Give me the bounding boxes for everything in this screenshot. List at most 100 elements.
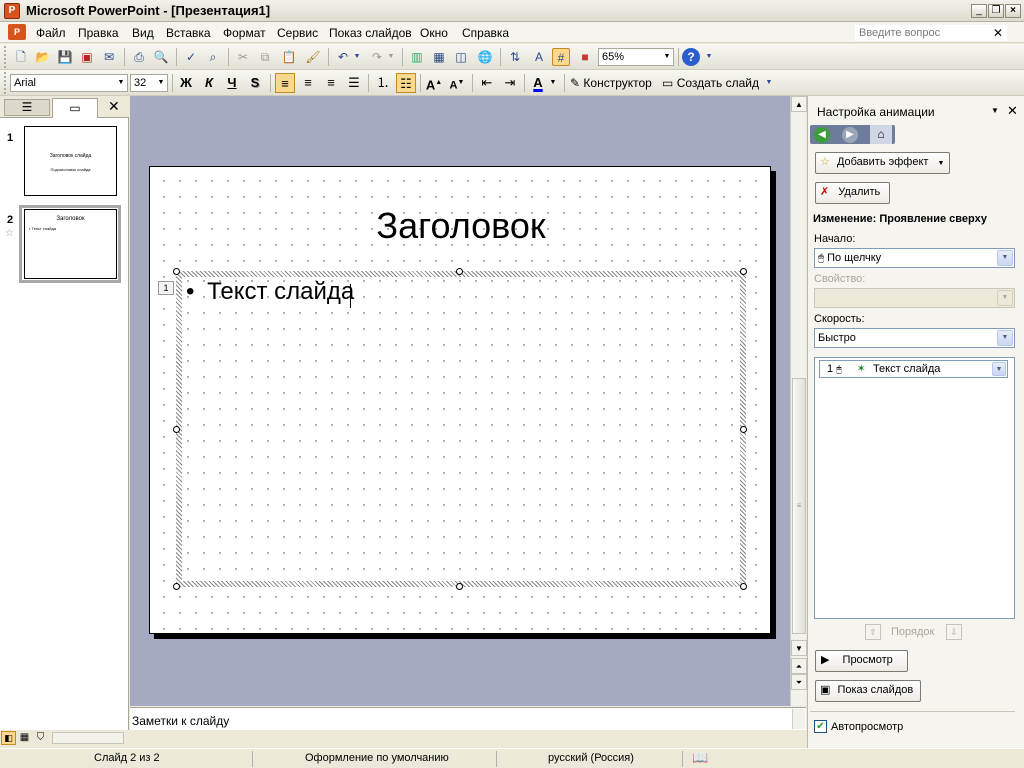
- grid-icon[interactable]: #: [552, 48, 570, 66]
- expand-icon[interactable]: ⇅: [506, 48, 524, 66]
- permission-icon[interactable]: ▣: [78, 48, 96, 66]
- scroll-thumb[interactable]: ≡: [792, 378, 806, 634]
- resize-handle[interactable]: [173, 268, 180, 275]
- shadow-button[interactable]: S: [245, 73, 265, 93]
- table-icon[interactable]: ▦: [430, 48, 448, 66]
- scroll-down-button[interactable]: ▼: [791, 640, 807, 656]
- normal-view-icon[interactable]: ◧: [1, 731, 16, 745]
- toolbar-grip[interactable]: [4, 46, 7, 68]
- animation-list[interactable]: [814, 357, 1015, 619]
- toolbar-options-icon[interactable]: ▼: [704, 48, 714, 66]
- horizontal-scrollbar[interactable]: [52, 732, 124, 744]
- scroll-up-button[interactable]: ▲: [791, 96, 807, 112]
- tab-slides[interactable]: ▭: [52, 98, 98, 118]
- vertical-scrollbar[interactable]: ▲ ≡ ▼ ⏶ ⏷: [790, 96, 807, 706]
- menu-tools[interactable]: Сервис: [277, 26, 318, 40]
- underline-button[interactable]: Ч: [222, 73, 242, 93]
- help-search-input[interactable]: Введите вопрос: [855, 25, 1007, 41]
- menu-view[interactable]: Вид: [132, 26, 154, 40]
- autopreview-checkbox[interactable]: ✔: [814, 720, 827, 733]
- bullets-button[interactable]: ☷: [396, 73, 416, 93]
- italic-button[interactable]: К: [199, 73, 219, 93]
- font-size-select[interactable]: 32 ▼: [130, 74, 168, 92]
- print-preview-icon[interactable]: 🔍: [152, 48, 170, 66]
- body-text-line[interactable]: • Текст слайда: [186, 278, 354, 306]
- resize-handle[interactable]: [740, 583, 747, 590]
- menu-edit[interactable]: Правка: [78, 26, 119, 40]
- hyperlink-icon[interactable]: 🌐: [476, 48, 494, 66]
- powerpoint-icon[interactable]: P: [4, 3, 20, 19]
- back-icon[interactable]: ◀: [814, 127, 830, 143]
- format-painter-icon[interactable]: 🖌: [304, 48, 322, 66]
- paste-icon[interactable]: 📋: [280, 48, 298, 66]
- speed-select[interactable]: Быстро ▼: [814, 328, 1015, 348]
- show-formatting-icon[interactable]: A: [530, 48, 548, 66]
- slide-thumbnail[interactable]: Заголовок слайда Подзаголовок слайда: [24, 126, 117, 196]
- add-effect-button[interactable]: ☆ Добавить эффект ▼: [815, 152, 950, 174]
- print-icon[interactable]: ⎙: [130, 48, 148, 66]
- slide-title[interactable]: Заголовок: [150, 205, 772, 247]
- increase-font-button[interactable]: A▲: [424, 73, 444, 93]
- resize-handle[interactable]: [456, 583, 463, 590]
- bold-button[interactable]: Ж: [176, 73, 196, 93]
- font-color-button[interactable]: A: [528, 73, 548, 93]
- notes-scrollbar[interactable]: [792, 709, 805, 729]
- new-slide-button[interactable]: ▭ Создать слайд: [662, 76, 759, 90]
- font-color-dropdown-icon[interactable]: ▼: [548, 73, 558, 93]
- resize-handle[interactable]: [456, 268, 463, 275]
- previous-slide-button[interactable]: ⏶: [791, 658, 807, 674]
- close-pane-icon[interactable]: ✕: [108, 98, 120, 115]
- redo-icon[interactable]: ↷: [368, 48, 386, 66]
- decrease-font-button[interactable]: A▼: [447, 73, 467, 93]
- start-select[interactable]: 🖱 По щелчку ▼: [814, 248, 1015, 268]
- task-pane-close-icon[interactable]: ✕: [1007, 103, 1018, 119]
- resize-handle[interactable]: [740, 426, 747, 433]
- justify-button[interactable]: ☰: [344, 73, 364, 93]
- spelling-status-icon[interactable]: 📖: [692, 750, 708, 766]
- tables-borders-icon[interactable]: ◫: [452, 48, 470, 66]
- close-document-icon[interactable]: ✕: [993, 26, 1003, 40]
- minimize-button[interactable]: _: [971, 4, 987, 18]
- slideshow-button[interactable]: ▣ Показ слайдов: [815, 680, 921, 702]
- slide-thumbnail-selected[interactable]: Заголовок • Текст слайда: [24, 209, 117, 279]
- forward-icon[interactable]: ▶: [842, 127, 858, 143]
- slide-canvas[interactable]: Заголовок • Текст слайда: [149, 166, 771, 634]
- menu-window[interactable]: Окно: [420, 26, 448, 40]
- next-slide-button[interactable]: ⏷: [791, 674, 807, 690]
- resize-handle[interactable]: [173, 583, 180, 590]
- resize-handle[interactable]: [740, 268, 747, 275]
- align-left-button[interactable]: ≡: [275, 73, 295, 93]
- home-icon[interactable]: ⌂: [870, 125, 892, 144]
- document-icon[interactable]: P: [8, 24, 26, 40]
- animation-list-item[interactable]: 1 🖱 ✶ Текст слайда ▼: [819, 360, 1008, 378]
- move-up-icon[interactable]: ⇧: [865, 624, 881, 640]
- save-icon[interactable]: 💾: [56, 48, 74, 66]
- delete-button[interactable]: ✗ Удалить: [815, 182, 890, 204]
- toolbar-options-icon[interactable]: ▼: [764, 74, 774, 92]
- menu-file[interactable]: Файл: [36, 26, 66, 40]
- new-icon[interactable]: 🗋: [12, 48, 30, 66]
- undo-dropdown-icon[interactable]: ▼: [352, 48, 362, 66]
- notes-pane[interactable]: Заметки к слайду: [130, 707, 806, 730]
- cut-icon[interactable]: ✂: [234, 48, 252, 66]
- designer-button[interactable]: ✎ Конструктор: [570, 76, 652, 90]
- slide-sorter-icon[interactable]: ▦: [17, 731, 32, 745]
- help-icon[interactable]: ?: [682, 48, 700, 66]
- color-grayscale-icon[interactable]: ■: [576, 48, 594, 66]
- slideshow-view-icon[interactable]: ⛉: [33, 731, 48, 745]
- close-button[interactable]: ×: [1005, 4, 1021, 18]
- tab-outline[interactable]: ☰: [4, 99, 50, 116]
- task-pane-menu-icon[interactable]: ▼: [991, 106, 999, 115]
- undo-icon[interactable]: ↶: [334, 48, 352, 66]
- menu-format[interactable]: Формат: [223, 26, 266, 40]
- copy-icon[interactable]: ⧉: [256, 48, 274, 66]
- email-icon[interactable]: ✉: [100, 48, 118, 66]
- menu-slideshow[interactable]: Показ слайдов: [329, 26, 412, 40]
- chevron-down-icon[interactable]: ▼: [992, 362, 1006, 376]
- open-icon[interactable]: 📂: [34, 48, 52, 66]
- play-button[interactable]: ▶ Просмотр: [815, 650, 908, 672]
- align-center-button[interactable]: ≡: [298, 73, 318, 93]
- increase-indent-button[interactable]: ⇥: [500, 73, 520, 93]
- zoom-select[interactable]: 65% ▼: [598, 48, 674, 66]
- spelling-icon[interactable]: ✓: [182, 48, 200, 66]
